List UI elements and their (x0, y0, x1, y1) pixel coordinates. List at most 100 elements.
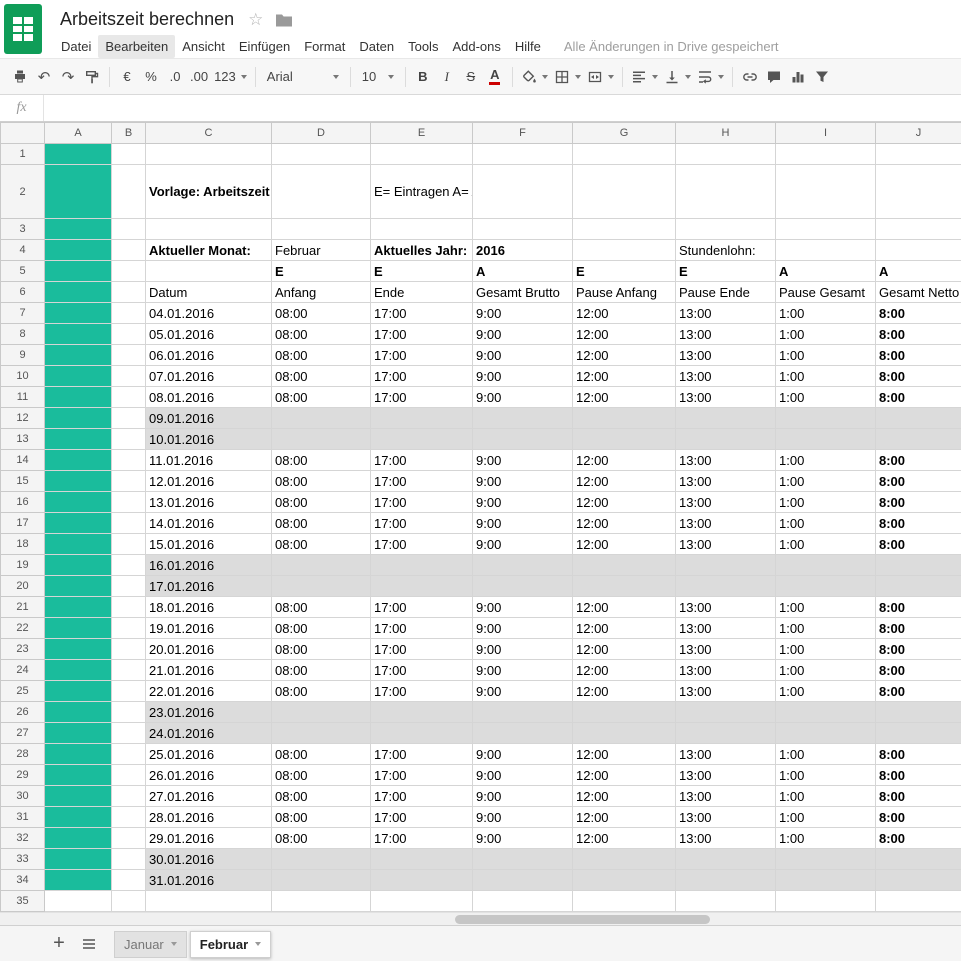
cell-C14[interactable]: 11.01.2016 (146, 450, 272, 471)
decrease-decimals-button[interactable]: .0 (163, 65, 187, 89)
cell-G17[interactable]: 12:00 (573, 513, 676, 534)
cell-I14[interactable]: 1:00 (776, 450, 876, 471)
cell-F4[interactable]: 2016 (473, 240, 573, 261)
cell-G16[interactable]: 12:00 (573, 492, 676, 513)
cell-I29[interactable]: 1:00 (776, 765, 876, 786)
row-header-9[interactable]: 9 (1, 345, 45, 366)
cell-D22[interactable]: 08:00 (272, 618, 371, 639)
cell-J8[interactable]: 8:00 (876, 324, 961, 345)
cell-B1[interactable] (112, 144, 146, 165)
cell-A21[interactable] (45, 597, 112, 618)
cell-A12[interactable] (45, 408, 112, 429)
menu-tools[interactable]: Tools (401, 35, 445, 58)
cell-J30[interactable]: 8:00 (876, 786, 961, 807)
cell-B17[interactable] (112, 513, 146, 534)
cell-E8[interactable]: 17:00 (371, 324, 473, 345)
cell-B25[interactable] (112, 681, 146, 702)
cell-A8[interactable] (45, 324, 112, 345)
cell-D28[interactable]: 08:00 (272, 744, 371, 765)
cell-D20[interactable] (272, 576, 371, 597)
increase-decimals-button[interactable]: .00 (187, 65, 211, 89)
cell-G24[interactable]: 12:00 (573, 660, 676, 681)
menu-bearbeiten[interactable]: Bearbeiten (98, 35, 175, 58)
cell-J28[interactable]: 8:00 (876, 744, 961, 765)
cell-G32[interactable]: 12:00 (573, 828, 676, 849)
cell-D10[interactable]: 08:00 (272, 366, 371, 387)
cell-D14[interactable]: 08:00 (272, 450, 371, 471)
cell-F11[interactable]: 9:00 (473, 387, 573, 408)
cell-F23[interactable]: 9:00 (473, 639, 573, 660)
cell-H33[interactable] (676, 849, 776, 870)
cell-F5[interactable]: A (473, 261, 573, 282)
cell-I27[interactable] (776, 723, 876, 744)
cell-J11[interactable]: 8:00 (876, 387, 961, 408)
row-header-29[interactable]: 29 (1, 765, 45, 786)
row-header-21[interactable]: 21 (1, 597, 45, 618)
cell-B21[interactable] (112, 597, 146, 618)
cell-F24[interactable]: 9:00 (473, 660, 573, 681)
row-header-14[interactable]: 14 (1, 450, 45, 471)
cell-I9[interactable]: 1:00 (776, 345, 876, 366)
cell-H35[interactable] (676, 891, 776, 912)
horizontal-scrollbar[interactable] (0, 912, 961, 925)
merge-cells-button[interactable] (584, 65, 617, 89)
cell-D25[interactable]: 08:00 (272, 681, 371, 702)
cell-D26[interactable] (272, 702, 371, 723)
cell-B4[interactable] (112, 240, 146, 261)
cell-J7[interactable]: 8:00 (876, 303, 961, 324)
cell-G13[interactable] (573, 429, 676, 450)
cell-B18[interactable] (112, 534, 146, 555)
paint-format-button[interactable] (80, 65, 104, 89)
col-header-J[interactable]: J (876, 123, 961, 144)
cell-H34[interactable] (676, 870, 776, 891)
font-family-dropdown[interactable]: Arial (261, 65, 345, 89)
cell-E13[interactable] (371, 429, 473, 450)
row-header-10[interactable]: 10 (1, 366, 45, 387)
cell-D6[interactable]: Anfang (272, 282, 371, 303)
cell-E14[interactable]: 17:00 (371, 450, 473, 471)
cell-F14[interactable]: 9:00 (473, 450, 573, 471)
cell-E7[interactable]: 17:00 (371, 303, 473, 324)
sheet-tab-januar[interactable]: Januar (114, 931, 187, 958)
row-header-32[interactable]: 32 (1, 828, 45, 849)
cell-C33[interactable]: 30.01.2016 (146, 849, 272, 870)
doc-title[interactable]: Arbeitszeit berechnen (60, 9, 234, 30)
cell-H8[interactable]: 13:00 (676, 324, 776, 345)
cell-E17[interactable]: 17:00 (371, 513, 473, 534)
star-icon[interactable]: ☆ (248, 10, 263, 30)
cell-H24[interactable]: 13:00 (676, 660, 776, 681)
cell-H31[interactable]: 13:00 (676, 807, 776, 828)
cell-B11[interactable] (112, 387, 146, 408)
cell-H23[interactable]: 13:00 (676, 639, 776, 660)
cell-J5[interactable]: A (876, 261, 961, 282)
col-header-C[interactable]: C (146, 123, 272, 144)
cell-G29[interactable]: 12:00 (573, 765, 676, 786)
cell-A29[interactable] (45, 765, 112, 786)
print-button[interactable] (8, 65, 32, 89)
cell-F10[interactable]: 9:00 (473, 366, 573, 387)
cell-E12[interactable] (371, 408, 473, 429)
row-header-12[interactable]: 12 (1, 408, 45, 429)
cell-E21[interactable]: 17:00 (371, 597, 473, 618)
cell-I21[interactable]: 1:00 (776, 597, 876, 618)
cell-H15[interactable]: 13:00 (676, 471, 776, 492)
cell-H11[interactable]: 13:00 (676, 387, 776, 408)
cell-F29[interactable]: 9:00 (473, 765, 573, 786)
cell-A2[interactable] (45, 165, 112, 219)
cell-G25[interactable]: 12:00 (573, 681, 676, 702)
cell-G23[interactable]: 12:00 (573, 639, 676, 660)
cell-B29[interactable] (112, 765, 146, 786)
cell-D23[interactable]: 08:00 (272, 639, 371, 660)
row-header-28[interactable]: 28 (1, 744, 45, 765)
row-header-16[interactable]: 16 (1, 492, 45, 513)
cell-A30[interactable] (45, 786, 112, 807)
cell-G2[interactable] (573, 165, 676, 219)
cell-H25[interactable]: 13:00 (676, 681, 776, 702)
cell-D11[interactable]: 08:00 (272, 387, 371, 408)
cell-I6[interactable]: Pause Gesamt (776, 282, 876, 303)
cell-E22[interactable]: 17:00 (371, 618, 473, 639)
cell-I30[interactable]: 1:00 (776, 786, 876, 807)
cell-G27[interactable] (573, 723, 676, 744)
cell-H22[interactable]: 13:00 (676, 618, 776, 639)
cell-B24[interactable] (112, 660, 146, 681)
